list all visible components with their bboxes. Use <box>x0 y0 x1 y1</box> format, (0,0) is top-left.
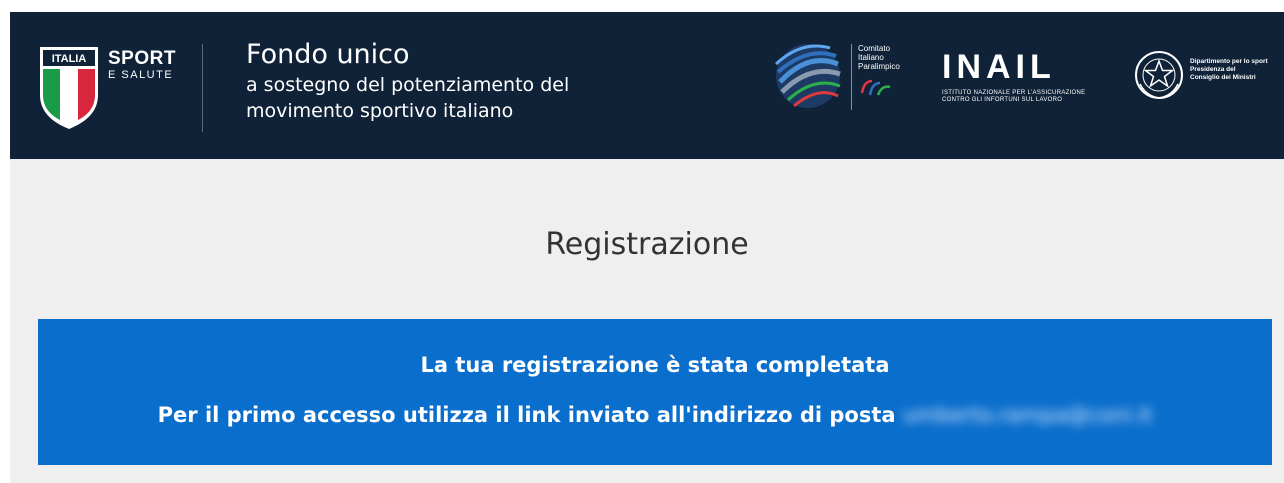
sport-logo-line1: SPORT <box>108 48 176 69</box>
italia-badge-text: ITALIA <box>52 53 87 65</box>
dps-logo-line1: Dipartimento per lo sport <box>1190 58 1268 65</box>
email-address-blurred: umberto.rampa@coni.it <box>902 403 1153 427</box>
cip-logo-line1: Comitato <box>858 44 891 53</box>
inail-logo-sub1: ISTITUTO NAZIONALE PER L'ASSICURAZIONE <box>942 90 1086 96</box>
inail-logo[interactable]: INAIL ISTITUTO NAZIONALE PER L'ASSICURAZ… <box>942 50 1102 104</box>
dipartimento-sport-logo[interactable]: Dipartimento per lo sport Presidenza del… <box>1134 48 1282 108</box>
header-subtitle-line1: a sostegno del potenziamento del <box>246 74 570 96</box>
cip-logo-text: Comitato Italiano Paralimpico <box>858 44 900 101</box>
sport-e-salute-logo[interactable]: ITALIA SPORT E SALUTE <box>38 45 186 141</box>
cip-logo-line2: Italiano <box>858 53 884 62</box>
cip-logo-line3: Paralimpico <box>858 62 900 71</box>
header-titles: Fondo unico a sostegno del potenziamento… <box>246 38 706 124</box>
italia-shield-icon: ITALIA <box>40 47 98 129</box>
main-content: Registrazione La tua registrazione è sta… <box>10 159 1284 483</box>
inail-logo-sub2: CONTRO GLI INFORTUNI SUL LAVORO <box>942 97 1063 103</box>
site-header: ITALIA SPORT E SALUTE Fondo unico a sost… <box>10 12 1284 159</box>
alert-message-text: Per il primo accesso utilizza il link in… <box>157 403 896 427</box>
sport-logo-text: SPORT E SALUTE <box>108 49 176 81</box>
dipartimento-sport-text: Dipartimento per lo sport Presidenza del… <box>1190 58 1268 82</box>
dps-logo-line2: Presidenza del <box>1190 66 1236 73</box>
cip-logo[interactable]: Comitato Italiano Paralimpico <box>772 42 912 112</box>
header-subtitle-line2: movimento sportivo italiano <box>246 100 514 122</box>
header-divider <box>202 44 203 132</box>
alert-message-line1: La tua registrazione è stata completata <box>420 353 890 377</box>
registration-success-alert: La tua registrazione è stata completata … <box>38 319 1272 465</box>
inail-logo-subtitle: ISTITUTO NAZIONALE PER L'ASSICURAZIONE C… <box>942 90 1102 104</box>
cip-globe-icon <box>774 44 853 110</box>
alert-message-line2: Per il primo accesso utilizza il link in… <box>38 403 1272 427</box>
paralympic-agitos-icon <box>860 79 891 96</box>
header-title: Fondo unico <box>246 39 410 70</box>
sport-logo-line2: E SALUTE <box>108 69 174 81</box>
page-title: Registrazione <box>545 227 749 262</box>
inail-logo-word: INAIL <box>942 48 1056 86</box>
republic-emblem-icon <box>1135 51 1183 99</box>
dps-logo-line3: Consiglio dei Ministri <box>1190 74 1256 81</box>
